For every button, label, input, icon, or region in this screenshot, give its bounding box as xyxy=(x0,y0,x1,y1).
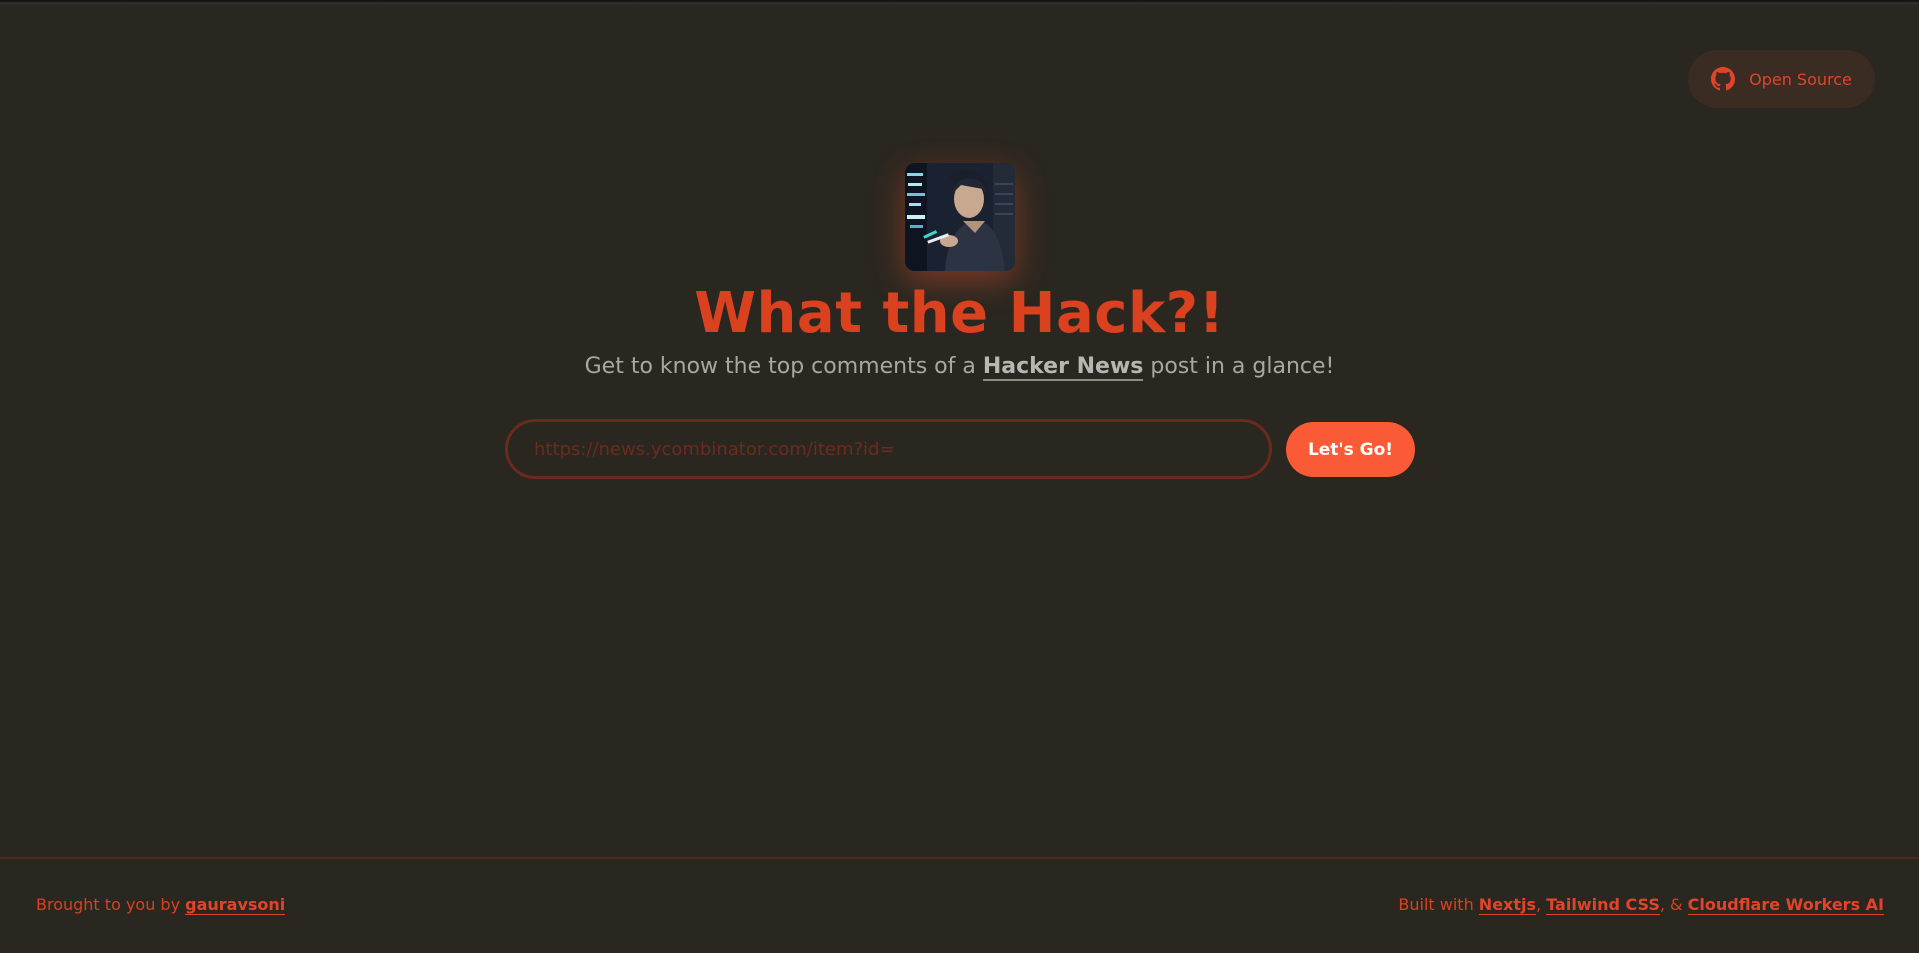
footer-tech-text: Built with xyxy=(1398,895,1474,914)
footer-credit: Brought to you by gauravsoni xyxy=(36,895,286,915)
page-title: What the Hack?! xyxy=(694,281,1225,346)
top-edge xyxy=(0,0,1919,4)
footer-separator: , xyxy=(1536,895,1542,914)
footer-divider xyxy=(0,857,1919,859)
page-subtitle: Get to know the top comments of a Hacker… xyxy=(0,352,1919,382)
open-source-label: Open Source xyxy=(1749,69,1852,89)
avatar-illustration xyxy=(905,163,1015,271)
hacker-news-link[interactable]: Hacker News xyxy=(982,354,1144,381)
open-source-button[interactable]: Open Source xyxy=(1688,50,1875,108)
cloudflare-link[interactable]: Cloudflare Workers AI xyxy=(1687,895,1884,915)
nextjs-link[interactable]: Nextjs xyxy=(1478,895,1537,915)
hacker-avatar xyxy=(905,163,1015,271)
tailwind-link[interactable]: Tailwind CSS xyxy=(1546,895,1660,915)
subtitle-text-before: Get to know the top comments of a xyxy=(584,354,976,379)
footer-credit-text: Brought to you by xyxy=(36,895,181,914)
footer-separator: , & xyxy=(1659,895,1683,914)
lets-go-button[interactable]: Let's Go! xyxy=(1286,422,1415,477)
github-icon xyxy=(1711,67,1736,91)
footer-tech: Built with Nextjs, Tailwind CSS, & Cloud… xyxy=(1398,895,1884,915)
subtitle-text-after: post in a glance! xyxy=(1150,354,1335,379)
post-url-input[interactable] xyxy=(505,419,1272,479)
author-link[interactable]: gauravsoni xyxy=(185,895,286,915)
